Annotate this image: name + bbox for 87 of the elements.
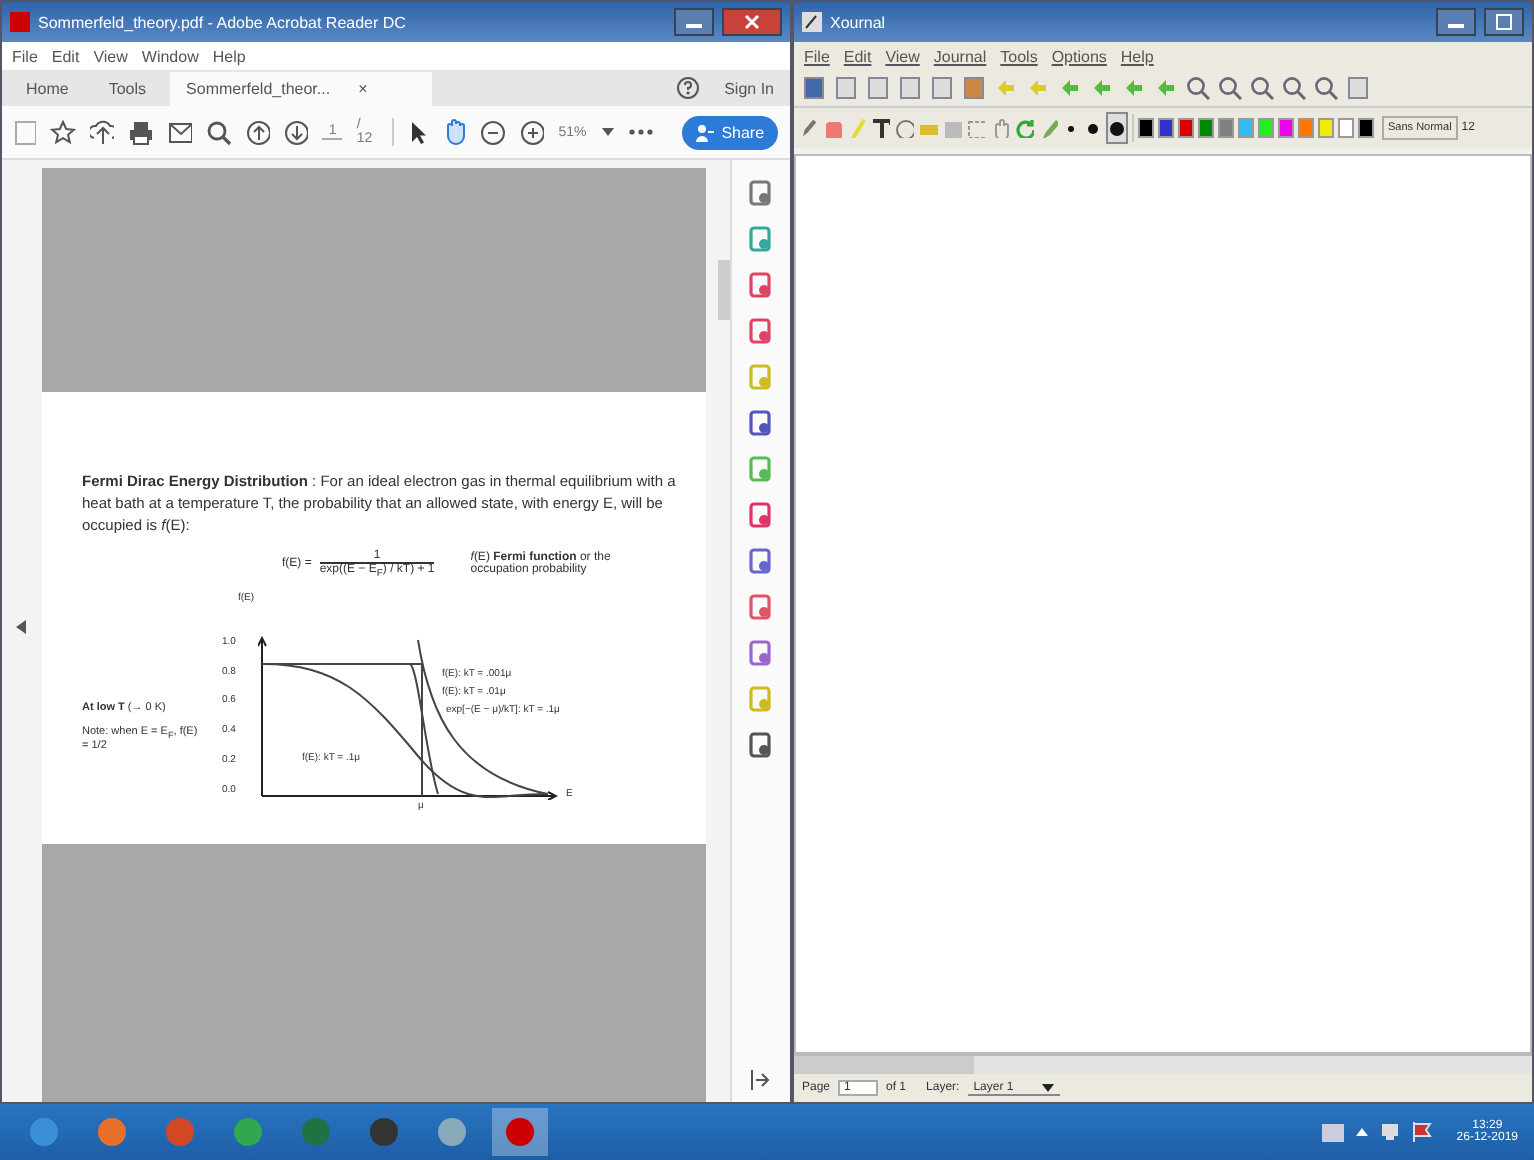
zoom-icon[interactable]: [1186, 76, 1210, 100]
zoom-icon[interactable]: [1282, 76, 1306, 100]
menu-item[interactable]: View: [93, 47, 128, 65]
share-icon: [695, 123, 714, 141]
tab[interactable]: Sommerfeld_theor... ×: [170, 71, 432, 105]
color-swatch[interactable]: [1258, 118, 1274, 138]
up-arrow-icon[interactable]: [245, 119, 270, 145]
menu-item[interactable]: Help: [212, 47, 246, 65]
pen-size-button[interactable]: [1106, 112, 1128, 144]
color-swatch[interactable]: [1318, 118, 1334, 138]
color-swatch[interactable]: [1158, 118, 1174, 138]
taskbar-button[interactable]: [492, 1108, 548, 1156]
page-icon[interactable]: [748, 456, 773, 482]
color-swatch[interactable]: [1178, 118, 1194, 138]
save-icon[interactable]: [802, 76, 826, 100]
caret-icon: [602, 128, 615, 136]
text-tool-icon[interactable]: [870, 118, 890, 138]
more-icon[interactable]: [628, 128, 654, 136]
maximize-button[interactable]: [1484, 8, 1524, 36]
menu-item[interactable]: Options: [1051, 47, 1107, 65]
page-icon[interactable]: [14, 119, 37, 145]
eraser-icon[interactable]: [822, 118, 842, 138]
minimize-button[interactable]: [1436, 8, 1476, 36]
window-title: Xournal: [830, 13, 886, 31]
scrollbar[interactable]: [794, 1054, 1532, 1074]
zoom-out-icon[interactable]: [480, 119, 506, 145]
zoom-icon[interactable]: [1250, 76, 1274, 100]
menu-item[interactable]: Edit: [843, 47, 872, 65]
menu-item[interactable]: Help: [1120, 47, 1154, 65]
share-button[interactable]: Share: [681, 115, 779, 149]
document-icon[interactable]: [748, 226, 773, 252]
next-page-icon[interactable]: [1122, 76, 1146, 100]
zoom-icon[interactable]: [1314, 76, 1338, 100]
color-swatch[interactable]: [1358, 118, 1374, 138]
sign-in-link[interactable]: Sign In: [724, 79, 774, 97]
cursor-icon[interactable]: [408, 119, 428, 145]
document-icon[interactable]: [748, 272, 773, 298]
dot-icon: [1088, 123, 1098, 133]
maximize-icon: [1496, 14, 1512, 30]
keyboard-icon[interactable]: [1322, 1123, 1345, 1141]
flag-icon[interactable]: [1412, 1122, 1433, 1142]
new-page-icon[interactable]: [834, 76, 858, 100]
color-swatch[interactable]: [1198, 118, 1214, 138]
close-button[interactable]: [722, 8, 782, 36]
menu-item[interactable]: View: [885, 47, 920, 65]
previous-page-icon[interactable]: [1090, 76, 1114, 100]
menu-item[interactable]: Window: [141, 47, 199, 65]
print-icon[interactable]: [128, 119, 154, 145]
star-icon[interactable]: [50, 119, 76, 145]
menu-item[interactable]: Journal: [933, 47, 987, 65]
color-swatch[interactable]: [1298, 118, 1314, 138]
down-arrow-icon[interactable]: [284, 119, 309, 145]
color-swatch[interactable]: [1278, 118, 1294, 138]
collapse-arrow-icon[interactable]: [16, 620, 26, 634]
caret-icon: [1041, 1083, 1054, 1091]
color-swatch[interactable]: [1218, 118, 1234, 138]
menu-item[interactable]: File: [804, 47, 830, 65]
close-icon: [744, 14, 760, 30]
page-icon[interactable]: [748, 594, 773, 620]
minimize-button[interactable]: [674, 8, 714, 36]
zoom-icon[interactable]: [1218, 76, 1242, 100]
refresh-icon[interactable]: [1014, 118, 1034, 138]
close-tab-button[interactable]: ×: [358, 79, 368, 97]
tab[interactable]: Tools: [92, 71, 163, 105]
app-icon: [802, 12, 822, 32]
expand-pane-icon[interactable]: [750, 1070, 771, 1090]
menu-item[interactable]: File: [12, 47, 38, 65]
dot-icon: [1110, 121, 1124, 135]
dot-icon: [1068, 125, 1074, 131]
last-page-icon[interactable]: [1154, 76, 1178, 100]
upload-icon[interactable]: [89, 119, 115, 145]
first-page-icon[interactable]: [1058, 76, 1082, 100]
hand-icon[interactable]: [441, 118, 467, 146]
menu-item[interactable]: Edit: [51, 47, 80, 65]
mail-icon[interactable]: [167, 119, 193, 145]
tab[interactable]: Home: [10, 71, 85, 105]
color-swatch[interactable]: [1338, 118, 1354, 138]
document-icon[interactable]: [748, 686, 773, 712]
caret-icon[interactable]: [1356, 1128, 1369, 1136]
hand-icon[interactable]: [990, 118, 1010, 138]
help-icon[interactable]: [676, 76, 701, 100]
shape-icon[interactable]: [894, 118, 914, 138]
window-title: Sommerfeld_theory.pdf - Adobe Acrobat Reader DC: [38, 13, 406, 31]
zoom-in-icon[interactable]: [519, 119, 545, 145]
menu-item[interactable]: Tools: [1000, 47, 1038, 65]
color-swatch[interactable]: [1138, 118, 1154, 138]
color-swatch[interactable]: [1238, 118, 1254, 138]
